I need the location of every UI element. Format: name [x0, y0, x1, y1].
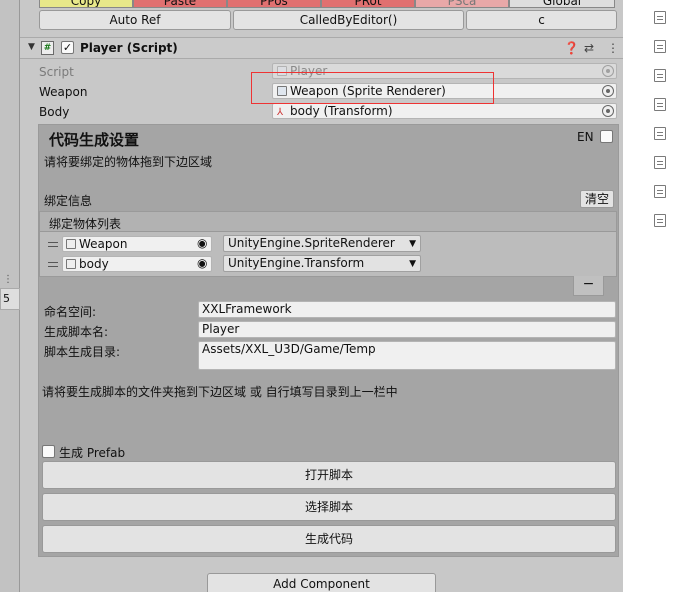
- file-icon[interactable]: [654, 185, 666, 198]
- binding-type-dropdown[interactable]: UnityEngine.SpriteRenderer ▼: [223, 235, 421, 252]
- inspector-panel: Copy Paste PPos PRot PSca Global Auto Re…: [20, 0, 623, 592]
- binding-type-value: UnityEngine.SpriteRenderer: [228, 236, 395, 250]
- file-icon[interactable]: [654, 156, 666, 169]
- file-icon[interactable]: [654, 69, 666, 82]
- remove-binding-button[interactable]: −: [573, 276, 604, 296]
- body-label: Body: [39, 105, 70, 119]
- object-picker-icon: [602, 65, 614, 77]
- script-name-input[interactable]: Player: [198, 321, 616, 338]
- gameobject-icon: [66, 239, 76, 249]
- project-file-list: [623, 0, 673, 592]
- component-header[interactable]: ▼ # ✓ Player (Script) ❓ ⇄ ⋮: [20, 37, 623, 59]
- generate-code-button[interactable]: 生成代码: [42, 525, 616, 553]
- file-icon[interactable]: [654, 11, 666, 24]
- left-number-field[interactable]: 5: [0, 288, 20, 310]
- component-title: Player (Script): [80, 41, 178, 55]
- folder-hint-text: 请将要生成脚本的文件夹拖到下边区域 或 自行填写目录到上一栏中: [42, 385, 398, 399]
- script-dir-label: 脚本生成目录:: [44, 345, 121, 359]
- file-icon[interactable]: [654, 214, 666, 227]
- ppos-button[interactable]: PPos: [227, 0, 321, 8]
- c-button[interactable]: c: [466, 10, 617, 30]
- en-checkbox[interactable]: [600, 130, 613, 143]
- open-script-button[interactable]: 打开脚本: [42, 461, 616, 489]
- psca-button[interactable]: PSca: [415, 0, 509, 8]
- file-icon[interactable]: [654, 127, 666, 140]
- called-by-editor-button[interactable]: CalledByEditor(): [233, 10, 464, 30]
- codegen-title: 代码生成设置: [49, 131, 140, 149]
- component-menu-icon[interactable]: ⋮: [607, 41, 619, 55]
- help-icon[interactable]: ❓: [564, 41, 579, 55]
- left-panel-strip: ⋮ 5: [0, 0, 20, 592]
- binding-type-dropdown[interactable]: UnityEngine.Transform ▼: [223, 255, 421, 272]
- preset-sliders-icon[interactable]: ⇄: [584, 41, 594, 55]
- binding-list: 绑定物体列表 Weapon ◉ UnityEngine.SpriteRender…: [39, 211, 617, 277]
- object-picker-icon[interactable]: ◉: [194, 256, 212, 272]
- drag-hint-text: 请将要绑定的物体拖到下边区域: [44, 155, 213, 169]
- copy-button[interactable]: Copy: [39, 0, 133, 8]
- clear-button[interactable]: 清空: [580, 190, 614, 208]
- paste-button[interactable]: Paste: [133, 0, 227, 8]
- prot-button[interactable]: PRot: [321, 0, 415, 8]
- weapon-label: Weapon: [39, 85, 88, 99]
- codegen-panel: 代码生成设置 EN 请将要绑定的物体拖到下边区域 绑定信息 清空 绑定物体列表 …: [38, 124, 619, 557]
- object-picker-icon[interactable]: [602, 85, 614, 97]
- file-icon[interactable]: [654, 98, 666, 111]
- script-name-label: 生成脚本名:: [44, 325, 109, 339]
- binding-object-value: Weapon: [79, 237, 128, 251]
- namespace-input[interactable]: XXLFramework: [198, 301, 616, 318]
- binding-type-value: UnityEngine.Transform: [228, 256, 365, 270]
- prefab-label: 生成 Prefab: [59, 446, 126, 460]
- add-component-button[interactable]: Add Component: [207, 573, 436, 592]
- en-label: EN: [577, 130, 594, 144]
- object-picker-icon[interactable]: ◉: [194, 236, 212, 252]
- file-icon[interactable]: [654, 40, 666, 53]
- script-dir-input[interactable]: Assets/XXL_U3D/Game/Temp: [198, 341, 616, 370]
- body-field[interactable]: ⅄ body (Transform): [272, 103, 617, 119]
- namespace-label: 命名空间:: [44, 305, 97, 319]
- foldout-arrow-icon[interactable]: ▼: [28, 42, 35, 52]
- bind-info-label: 绑定信息: [44, 194, 93, 208]
- body-field-value: body (Transform): [290, 104, 393, 118]
- csharp-script-icon: #: [41, 41, 54, 55]
- dropdown-arrow-icon: ▼: [409, 259, 416, 269]
- select-script-button[interactable]: 选择脚本: [42, 493, 616, 521]
- component-enabled-checkbox[interactable]: ✓: [61, 41, 74, 54]
- binding-object-field[interactable]: Weapon: [62, 236, 212, 252]
- dropdown-arrow-icon: ▼: [409, 239, 416, 249]
- binding-object-field[interactable]: body: [62, 256, 212, 272]
- gameobject-icon: [66, 259, 76, 269]
- more-options-icon[interactable]: ⋮: [3, 274, 13, 285]
- drag-handle-icon[interactable]: [48, 262, 58, 267]
- transform-icon: ⅄: [277, 107, 284, 118]
- object-picker-icon[interactable]: [602, 105, 614, 117]
- binding-object-value: body: [79, 257, 109, 271]
- auto-ref-button[interactable]: Auto Ref: [39, 10, 231, 30]
- binding-list-header: 绑定物体列表: [40, 212, 616, 232]
- drag-handle-icon[interactable]: [48, 242, 58, 247]
- prefab-checkbox[interactable]: [42, 445, 55, 458]
- global-button[interactable]: Global: [509, 0, 615, 8]
- script-label: Script: [39, 65, 74, 79]
- highlight-box: [251, 72, 494, 104]
